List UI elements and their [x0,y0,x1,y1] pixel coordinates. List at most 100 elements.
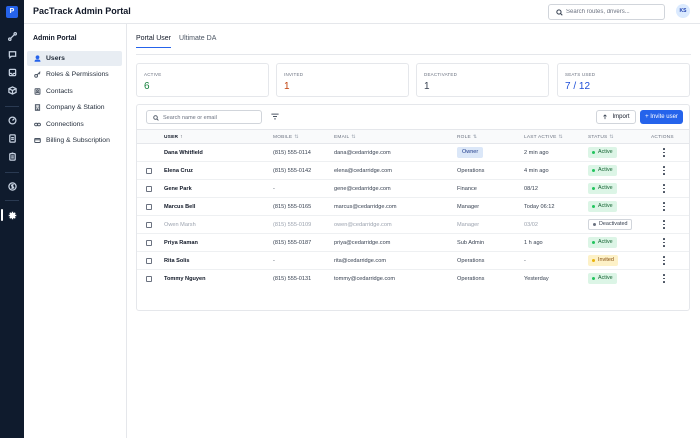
stat-card-deactivated: DEACTIVATED 1 [416,63,549,97]
invite-user-button[interactable]: + Invite user [640,110,683,124]
user-last-active: - [524,258,526,264]
global-search-input[interactable] [566,7,660,17]
row-checkbox[interactable] [146,186,152,192]
user-email: marcus@cedarridge.com [334,204,397,210]
chat-icon[interactable] [7,49,17,59]
row-checkbox[interactable] [146,276,152,282]
user-role: Sub Admin [457,240,485,246]
row-actions-menu-icon[interactable] [662,166,666,175]
row-actions-menu-icon[interactable] [662,220,666,229]
role-badge: Owner [457,147,484,158]
dollar-icon[interactable] [7,181,17,191]
row-actions-menu-icon[interactable] [662,184,666,193]
table-row[interactable]: Priya Raman (815) 555-0187 priya@cedarri… [137,234,689,252]
column-header-user[interactable]: USER ↑ [164,135,183,140]
top-header: PacTrack Admin Portal KS [24,0,700,24]
row-actions-menu-icon[interactable] [662,274,666,283]
table-row[interactable]: Elena Cruz (815) 555-0142 elena@cedarrid… [137,162,689,180]
row-checkbox[interactable] [146,258,152,264]
user-last-active: 2 min ago [524,150,549,156]
sidebar-item-roles-permissions[interactable]: Roles & Permissions [27,67,122,82]
status-badge: Active [588,237,617,248]
rail-active-indicator [1,209,3,221]
tab-portal-user[interactable]: Portal User [136,35,172,48]
app-logo[interactable]: P [6,6,18,18]
column-label: MOBILE [273,135,293,140]
user-role: Manager [457,222,480,228]
status-label: Active [598,239,613,245]
rail-divider [5,200,19,201]
sidebar-item-billing-subscription[interactable]: Billing & Subscription [27,133,122,148]
stat-value: 1 [284,81,290,92]
status-badge: Active [588,183,617,194]
table-search[interactable] [146,110,262,124]
table-row[interactable]: Rita Solis - rita@cedarridge.com Operati… [137,252,689,270]
user-name[interactable]: Rita Solis [164,258,190,264]
column-label: USER [164,135,179,140]
user-role: Operations [457,258,485,264]
status-dot-icon [592,277,595,280]
table-row[interactable]: Marcus Bell (815) 555-0165 marcus@cedarr… [137,198,689,216]
user-icon [33,55,41,63]
user-name[interactable]: Owen Marsh [164,222,196,228]
gear-icon[interactable] [7,210,17,220]
user-name[interactable]: Priya Raman [164,240,198,246]
user-role: Finance [457,186,477,192]
user-avatar[interactable]: KS [676,4,690,18]
row-actions-menu-icon[interactable] [662,148,666,157]
status-dot-icon [593,223,596,226]
tab-bar: Portal User Ultimate DA [136,35,224,48]
sidebar-item-users[interactable]: Users [27,51,122,66]
row-checkbox[interactable] [146,222,152,228]
row-actions-menu-icon[interactable] [662,202,666,211]
sidebar-item-label: Billing & Subscription [46,137,110,144]
table-row[interactable]: Dana Whitfield (815) 555-0114 dana@cedar… [137,144,689,162]
status-dot-icon [592,169,595,172]
user-name[interactable]: Tommy Nguyen [164,276,206,282]
user-name[interactable]: Gene Park [164,186,192,192]
user-mobile: (815) 555-0114 [273,150,311,156]
row-actions-menu-icon[interactable] [662,256,666,265]
sidebar-item-contacts[interactable]: Contacts [27,84,122,99]
table-row[interactable]: Gene Park - gene@cedarridge.com Finance … [137,180,689,198]
status-badge: Active [588,273,617,284]
gauge-icon[interactable] [7,115,17,125]
user-name[interactable]: Dana Whitfield [164,150,203,156]
table-row[interactable]: Tommy Nguyen (815) 555-0131 tommy@cedarr… [137,270,689,288]
route-icon[interactable] [7,31,17,41]
column-header-email[interactable]: EMAIL ⇅ [334,135,356,140]
column-header-mobile[interactable]: MOBILE ⇅ [273,135,299,140]
status-label: Invited [598,257,614,263]
global-search[interactable] [548,4,665,20]
sort-asc-icon: ↑ [180,135,183,140]
inbox-icon[interactable] [7,67,17,77]
column-header-actions: ACTIONS [651,135,674,140]
import-button[interactable]: Import [596,110,636,124]
table-row[interactable]: Owen Marsh (815) 555-0109 owen@cedarridg… [137,216,689,234]
package-icon[interactable] [7,85,17,95]
sidebar-item-company-station[interactable]: Company & Station [27,100,122,115]
sidebar-item-connections[interactable]: Connections [27,117,122,132]
column-header-role[interactable]: ROLE ⇅ [457,135,477,140]
tab-ultimate-da[interactable]: Ultimate DA [179,35,216,48]
import-button-label: Import [612,114,630,120]
user-last-active: 03/02 [524,222,538,228]
document-icon[interactable] [7,133,17,143]
row-checkbox[interactable] [146,204,152,210]
user-email: dana@cedarridge.com [334,150,391,156]
row-checkbox[interactable] [146,168,152,174]
table-search-input[interactable] [163,113,258,122]
user-role: Operations [457,276,485,282]
sidebar-item-label: Roles & Permissions [46,71,109,78]
sidebar-item-label: Company & Station [46,104,105,111]
status-dot-icon [592,241,595,244]
column-header-last-active[interactable]: LAST ACTIVE ⇅ [524,135,563,140]
filter-icon[interactable] [271,113,279,120]
clipboard-icon[interactable] [7,151,17,161]
status-label: Active [598,149,613,155]
user-name[interactable]: Elena Cruz [164,168,193,174]
column-header-status[interactable]: STATUS ⇅ [588,135,614,140]
row-actions-menu-icon[interactable] [662,238,666,247]
row-checkbox[interactable] [146,240,152,246]
user-name[interactable]: Marcus Bell [164,204,195,210]
